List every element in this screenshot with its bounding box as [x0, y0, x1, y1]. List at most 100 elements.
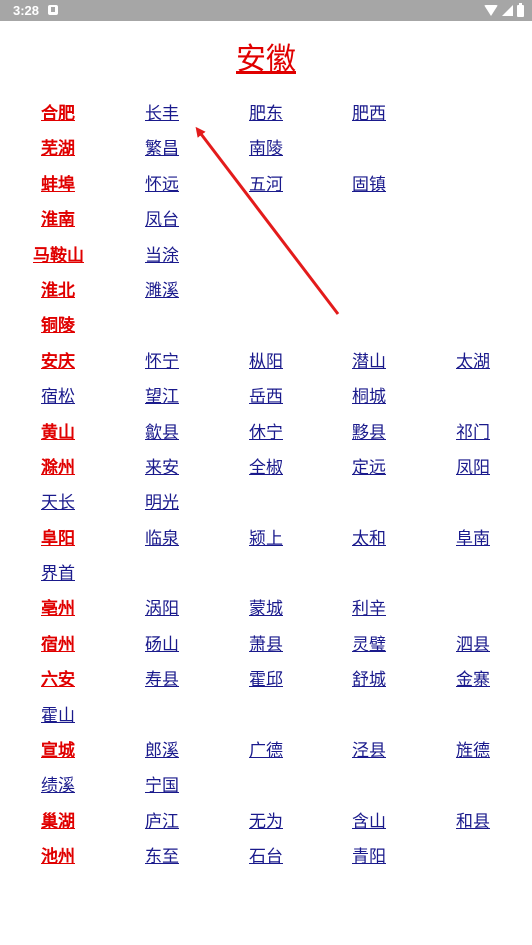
region-grid: 合肥 长丰 肥东 肥西芜湖 繁昌 南陵蚌埠 怀远 五河 固镇淮南 凤台马鞍山 当涂淮北 濉溪铜陵安庆 怀…: [0, 97, 532, 876]
status-time: 3:28: [13, 3, 40, 18]
county-link[interactable]: 旌德: [456, 740, 490, 762]
county-link[interactable]: 宿松: [41, 386, 75, 408]
county-link[interactable]: 寿县: [145, 669, 179, 691]
county-link[interactable]: 利辛: [352, 598, 386, 620]
county-link[interactable]: 长丰: [145, 103, 179, 125]
county-link[interactable]: 望江: [145, 386, 179, 408]
county-link[interactable]: 泾县: [352, 740, 386, 762]
county-link[interactable]: 来安: [145, 457, 179, 479]
county-link[interactable]: 涡阳: [145, 598, 179, 620]
region-row: 霍山: [0, 699, 532, 734]
county-link[interactable]: 灵璧: [352, 634, 386, 656]
county-link[interactable]: 桐城: [352, 386, 386, 408]
wifi-icon: [484, 5, 498, 16]
region-row: 天长 明光: [0, 486, 532, 521]
county-link[interactable]: 固镇: [352, 174, 386, 196]
county-link[interactable]: 明光: [145, 492, 179, 514]
county-link[interactable]: 界首: [41, 563, 75, 585]
region-row: 巢湖 庐江 无为 含山 和县: [0, 805, 532, 840]
city-link[interactable]: 合肥: [41, 103, 75, 125]
city-link[interactable]: 铜陵: [41, 315, 75, 337]
region-row: 安庆 怀宁 枞阳 潜山 太湖: [0, 345, 532, 380]
county-link[interactable]: 无为: [249, 811, 283, 833]
status-icons: [484, 2, 524, 17]
county-link[interactable]: 濉溪: [145, 280, 179, 302]
county-link[interactable]: 颍上: [249, 528, 283, 550]
county-link[interactable]: 含山: [352, 811, 386, 833]
county-link[interactable]: 霍山: [41, 705, 75, 727]
city-link[interactable]: 池州: [41, 846, 75, 868]
county-link[interactable]: 绩溪: [41, 775, 75, 797]
county-link[interactable]: 石台: [249, 846, 283, 868]
city-link[interactable]: 安庆: [41, 351, 75, 373]
region-row: 黄山 歙县 休宁 黟县 祁门: [0, 416, 532, 451]
county-link[interactable]: 定远: [352, 457, 386, 479]
city-link[interactable]: 淮北: [41, 280, 75, 302]
city-link[interactable]: 巢湖: [41, 811, 75, 833]
city-link[interactable]: 阜阳: [41, 528, 75, 550]
county-link[interactable]: 歙县: [145, 422, 179, 444]
county-link[interactable]: 青阳: [352, 846, 386, 868]
county-link[interactable]: 五河: [249, 174, 283, 196]
county-link[interactable]: 临泉: [145, 528, 179, 550]
county-link[interactable]: 金寨: [456, 669, 490, 691]
county-link[interactable]: 凤台: [145, 209, 179, 231]
city-link[interactable]: 宣城: [41, 740, 75, 762]
county-link[interactable]: 祁门: [456, 422, 490, 444]
region-row: 淮北 濉溪: [0, 274, 532, 309]
county-link[interactable]: 东至: [145, 846, 179, 868]
county-link[interactable]: 郎溪: [145, 740, 179, 762]
county-link[interactable]: 怀远: [145, 174, 179, 196]
region-row: 蚌埠 怀远 五河 固镇: [0, 168, 532, 203]
county-link[interactable]: 和县: [456, 811, 490, 833]
county-link[interactable]: 阜南: [456, 528, 490, 550]
county-link[interactable]: 休宁: [249, 422, 283, 444]
county-link[interactable]: 凤阳: [456, 457, 490, 479]
battery-icon: [517, 2, 524, 17]
county-link[interactable]: 太湖: [456, 351, 490, 373]
county-link[interactable]: 岳西: [249, 386, 283, 408]
notification-icon: [48, 5, 58, 15]
city-link[interactable]: 马鞍山: [33, 245, 84, 267]
county-link[interactable]: 当涂: [145, 245, 179, 267]
city-link[interactable]: 宿州: [41, 634, 75, 656]
region-row: 池州 东至 石台 青阳: [0, 840, 532, 875]
region-row: 铜陵: [0, 309, 532, 344]
county-link[interactable]: 舒城: [352, 669, 386, 691]
county-link[interactable]: 枞阳: [249, 351, 283, 373]
county-link[interactable]: 全椒: [249, 457, 283, 479]
county-link[interactable]: 繁昌: [145, 138, 179, 160]
region-row: 马鞍山 当涂: [0, 239, 532, 274]
county-link[interactable]: 南陵: [249, 138, 283, 160]
county-link[interactable]: 肥东: [249, 103, 283, 125]
city-link[interactable]: 蚌埠: [41, 174, 75, 196]
region-row: 合肥 长丰 肥东 肥西: [0, 97, 532, 132]
status-bar: 3:28: [0, 0, 532, 21]
city-link[interactable]: 滁州: [41, 457, 75, 479]
county-link[interactable]: 潜山: [352, 351, 386, 373]
county-link[interactable]: 怀宁: [145, 351, 179, 373]
county-link[interactable]: 宁国: [145, 775, 179, 797]
county-link[interactable]: 天长: [41, 492, 75, 514]
county-link[interactable]: 霍邱: [249, 669, 283, 691]
page-title[interactable]: 安徽: [0, 34, 532, 78]
city-link[interactable]: 淮南: [41, 209, 75, 231]
city-link[interactable]: 黄山: [41, 422, 75, 444]
city-link[interactable]: 亳州: [41, 598, 75, 620]
region-row: 绩溪 宁国: [0, 769, 532, 804]
county-link[interactable]: 蒙城: [249, 598, 283, 620]
county-link[interactable]: 庐江: [145, 811, 179, 833]
county-link[interactable]: 广德: [249, 740, 283, 762]
county-link[interactable]: 萧县: [249, 634, 283, 656]
city-link[interactable]: 芜湖: [41, 138, 75, 160]
region-row: 界首: [0, 557, 532, 592]
county-link[interactable]: 黟县: [352, 422, 386, 444]
county-link[interactable]: 太和: [352, 528, 386, 550]
region-row: 宿州 砀山 萧县 灵璧 泗县: [0, 628, 532, 663]
city-link[interactable]: 六安: [41, 669, 75, 691]
county-link[interactable]: 泗县: [456, 634, 490, 656]
region-row: 淮南 凤台: [0, 203, 532, 238]
county-link[interactable]: 肥西: [352, 103, 386, 125]
region-row: 芜湖 繁昌 南陵: [0, 132, 532, 167]
county-link[interactable]: 砀山: [145, 634, 179, 656]
